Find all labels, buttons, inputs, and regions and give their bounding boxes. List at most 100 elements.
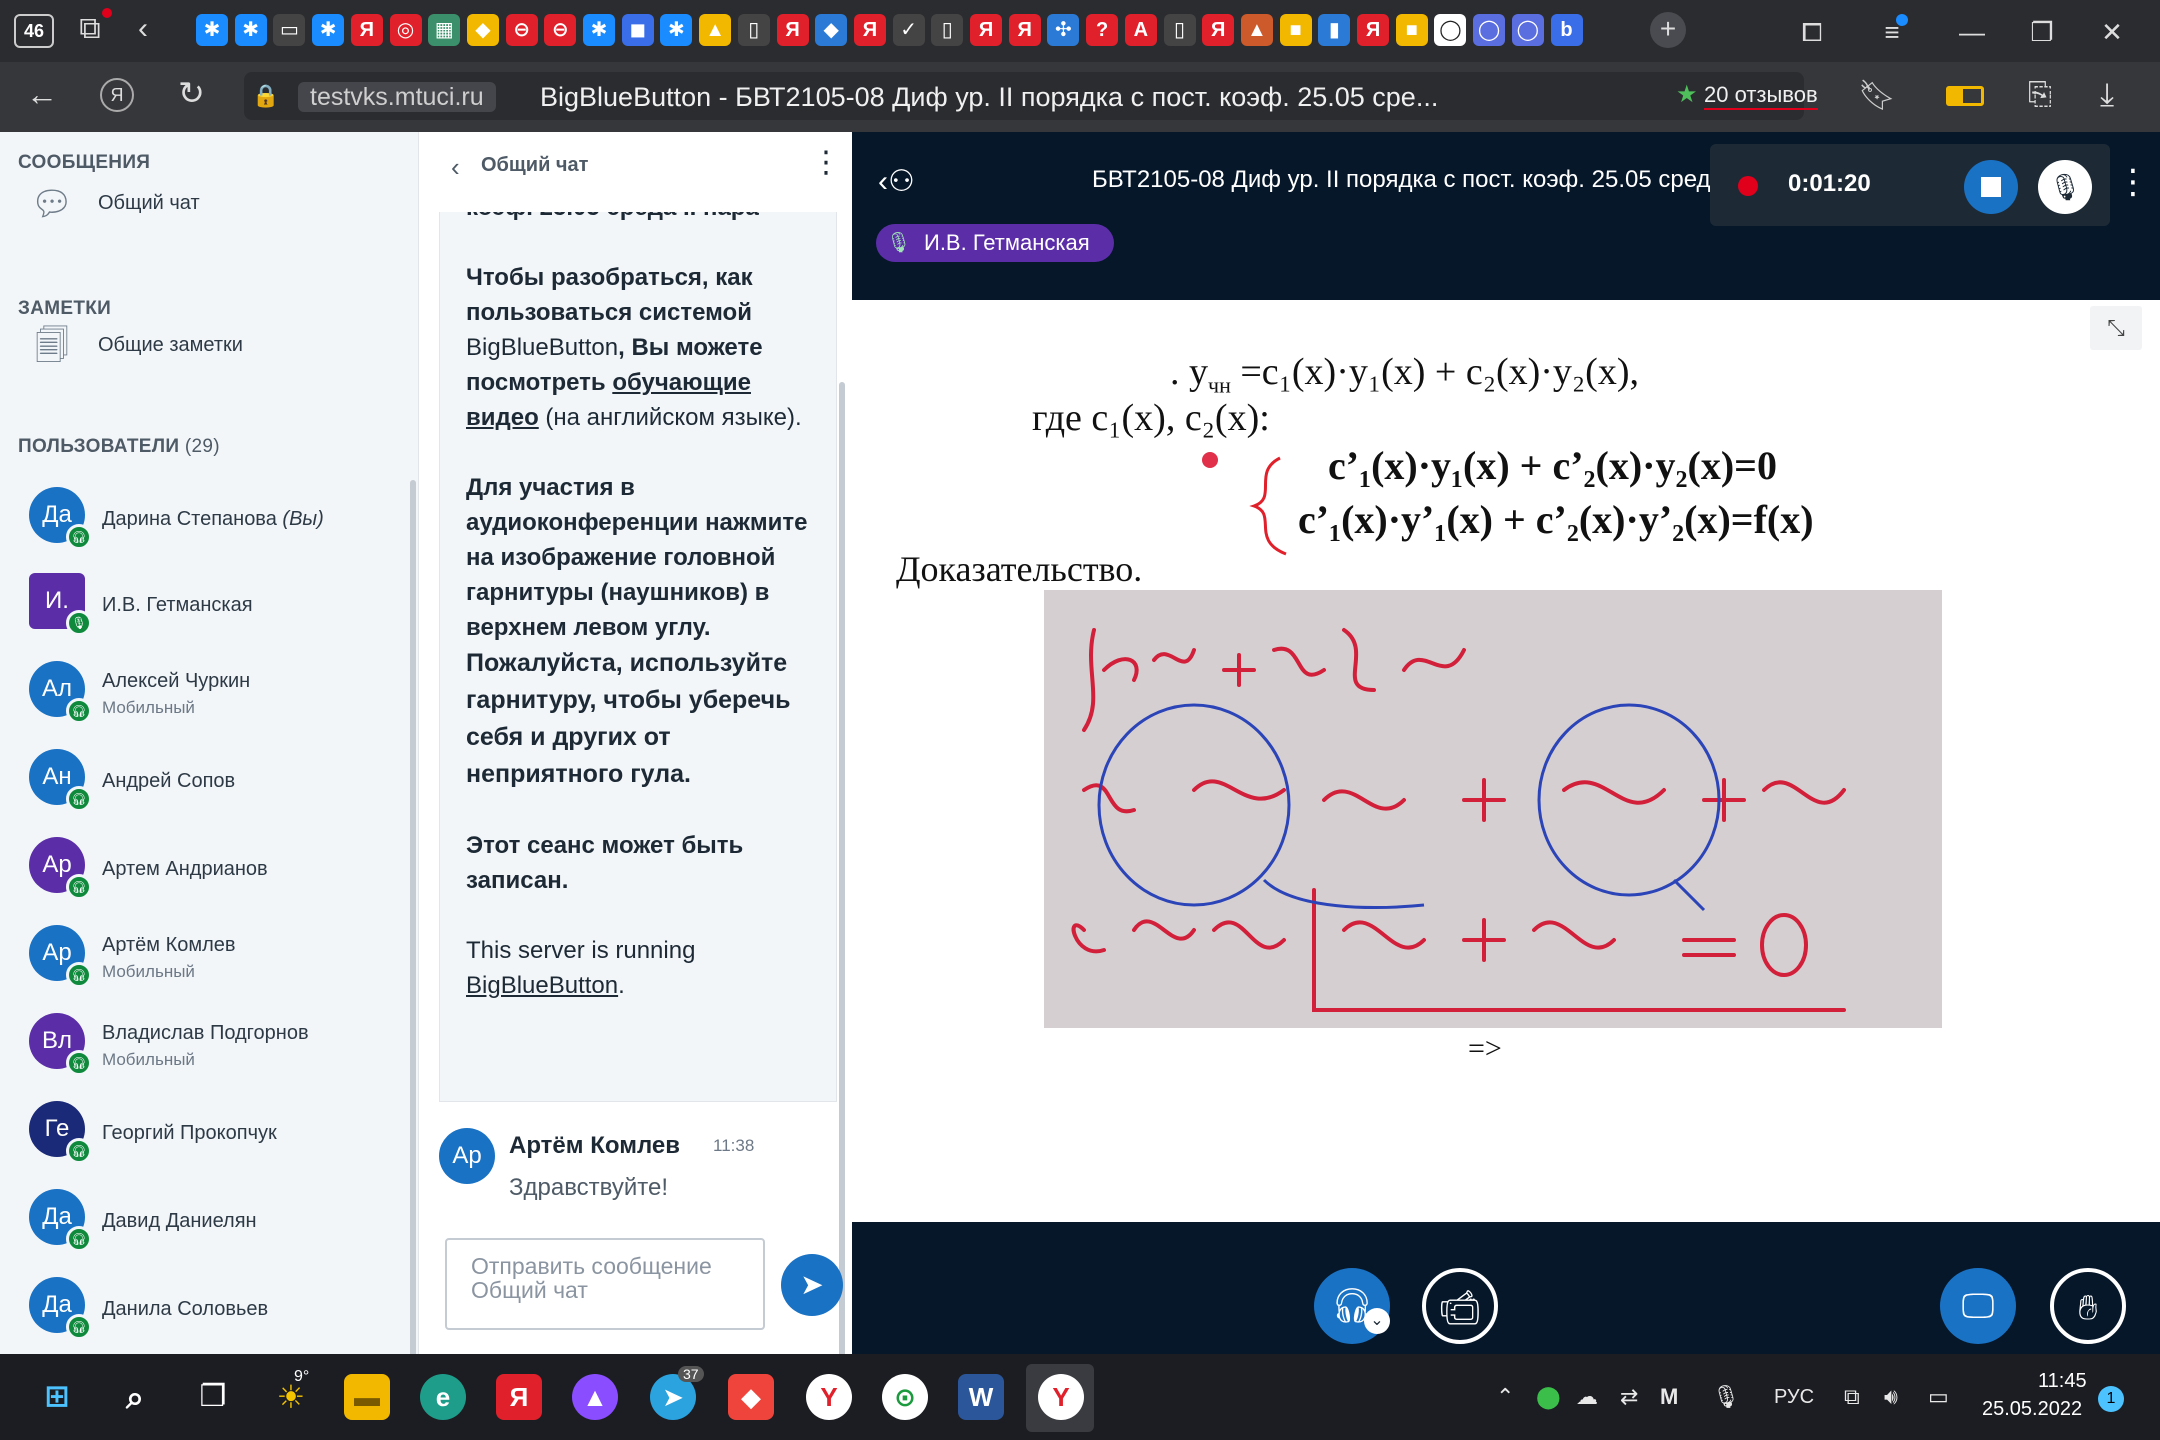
pinned-tab-icon[interactable]: ▯ <box>1163 14 1196 46</box>
user-row[interactable]: Ар 🎧︎ Артем Андрианов <box>0 826 418 914</box>
send-button[interactable]: ➤ <box>781 1254 843 1316</box>
tray-app-icon[interactable]: ⬤ <box>1536 1384 1561 1410</box>
tabs-back-icon[interactable]: ‹ <box>138 12 168 48</box>
restore-button[interactable]: ❐ <box>2022 12 2062 52</box>
fullscreen-button[interactable]: ⤡ <box>2090 306 2142 350</box>
shared-notes-item[interactable]: 🗐︎ Общие заметки <box>0 312 418 378</box>
reload-icon[interactable]: ↻ <box>178 76 212 110</box>
pinned-tab-icon[interactable]: ▮ <box>1318 14 1351 46</box>
word-icon[interactable]: W <box>958 1374 1004 1420</box>
audio-options-icon[interactable]: ⌄ <box>1364 1308 1390 1334</box>
pinned-tab-icon[interactable]: Я <box>350 14 383 46</box>
options-icon[interactable]: ⋮ <box>2116 162 2150 202</box>
battery-saver-icon[interactable] <box>1946 86 1984 106</box>
chat-options-icon[interactable]: ⋮ <box>811 146 841 180</box>
pinned-tab-icon[interactable]: ✓ <box>892 14 925 46</box>
pinned-tab-icon[interactable]: b <box>1550 14 1583 46</box>
app-green-icon[interactable]: ⊙ <box>882 1374 928 1420</box>
download-icon[interactable]: ⤓ <box>2100 76 2114 114</box>
tray-overflow-icon[interactable]: ⌃ <box>1496 1384 1514 1410</box>
pinned-tab-icon[interactable]: ⊖ <box>505 14 538 46</box>
pinned-tab-icon[interactable]: ■ <box>1395 14 1428 46</box>
pinned-tab-icon[interactable]: ◆ <box>466 14 499 46</box>
start-icon[interactable]: ⊞ <box>34 1374 80 1420</box>
user-list-scrollbar[interactable] <box>410 480 416 1360</box>
bbb-link[interactable]: BigBlueButton <box>466 972 618 999</box>
pinned-tab-icon[interactable]: ✣ <box>1047 14 1080 46</box>
reader-icon[interactable]: ⎘ <box>2028 78 2052 112</box>
pinned-tab-icon[interactable]: ◯ <box>1473 14 1506 46</box>
message-input[interactable]: Отправить сообщение Общий чат <box>445 1238 765 1330</box>
tray-mic-icon[interactable]: 🎙︎ <box>1712 1384 1740 1410</box>
pinned-tab-icon[interactable]: ▯ <box>931 14 964 46</box>
clock-time[interactable]: 11:45 <box>2038 1370 2087 1393</box>
battery-icon[interactable]: ▭ <box>1928 1384 1949 1410</box>
presentation-button[interactable]: 🖵︎ <box>1940 1268 2016 1344</box>
network-icon[interactable]: ⧉ <box>1844 1384 1860 1410</box>
pinned-tab-icon[interactable]: Я <box>1357 14 1389 46</box>
user-row[interactable]: Да 🎧︎ Давид Даниелян <box>0 1178 418 1266</box>
user-row[interactable]: Ал 🎧︎ Алексей Чуркин Мобильный <box>0 650 418 738</box>
yandex-app-icon[interactable]: Я <box>496 1374 542 1420</box>
search-icon[interactable]: ⌕ <box>112 1374 158 1420</box>
anydesk-icon[interactable]: ◆ <box>728 1374 774 1420</box>
yandex-browser-active-icon[interactable]: Y <box>1038 1374 1084 1420</box>
pinned-tab-icon[interactable]: ⊖ <box>544 14 577 46</box>
notification-badge[interactable]: 1 <box>2098 1386 2124 1412</box>
input-language[interactable]: РУС <box>1774 1384 1814 1410</box>
pinned-tab-icon[interactable]: ◎ <box>389 14 422 46</box>
user-row[interactable]: Вл 🎧︎ Владислав Подгорнов Мобильный <box>0 1002 418 1090</box>
new-tab-icon[interactable]: ⧉ <box>72 12 108 48</box>
pinned-tab-icon[interactable]: Я <box>970 14 1002 46</box>
pinned-tab-icon[interactable]: ? <box>1086 14 1119 46</box>
chat-scrollbar[interactable] <box>839 382 845 1362</box>
collections-icon[interactable]: ⧠ <box>1792 12 1832 52</box>
reviews-link[interactable]: 20 отзывов <box>1704 82 1818 110</box>
pinned-tab-icon[interactable]: ◯ <box>1511 14 1544 46</box>
new-tab-button[interactable]: + <box>1650 12 1686 48</box>
pinned-tab-icon[interactable]: ✱ <box>234 14 267 46</box>
pinned-tab-icon[interactable]: ✱ <box>312 14 345 46</box>
raise-hand-button[interactable]: ✋︎ <box>2050 1268 2126 1344</box>
tray-settings-icon[interactable]: ⇄ <box>1620 1384 1638 1410</box>
pinned-tab-icon[interactable]: ◼ <box>621 14 654 46</box>
pinned-tab-icon[interactable]: Я <box>776 14 809 46</box>
pinned-tab-icon[interactable]: Я <box>1202 14 1235 46</box>
alice-icon[interactable]: ▲ <box>572 1374 618 1420</box>
task-view-icon[interactable]: ❐ <box>190 1374 236 1420</box>
pinned-tab-icon[interactable]: ✱ <box>660 14 693 46</box>
user-row[interactable]: Ге 🎧︎ Георгий Прокопчук <box>0 1090 418 1178</box>
yandex-icon[interactable]: Я <box>100 78 134 112</box>
public-chat-item[interactable]: 💬︎ Общий чат <box>0 170 418 236</box>
mic-button[interactable]: 🎙︎ <box>2038 160 2092 214</box>
tab-count-button[interactable]: 46 <box>14 14 54 48</box>
stop-recording-button[interactable] <box>1964 160 2018 214</box>
share-webcam-button[interactable]: 📹︎ <box>1422 1268 1498 1344</box>
pinned-tab-icon[interactable]: ▲ <box>699 14 732 46</box>
pinned-tab-icon[interactable]: ▭ <box>273 14 306 46</box>
edge-icon[interactable]: e <box>420 1374 466 1420</box>
user-row[interactable]: Да 🎧︎ Дарина Степанова (Вы) <box>0 476 418 564</box>
user-row[interactable]: Да 🎧︎ Данила Соловьев <box>0 1266 418 1354</box>
close-window-button[interactable]: ✕ <box>2092 12 2132 52</box>
user-row[interactable]: И. 🎙︎ И.В. Гетманская <box>0 562 418 650</box>
pinned-tab-icon[interactable]: Я <box>1008 14 1041 46</box>
minimize-button[interactable]: — <box>1952 12 1992 52</box>
pinned-tab-icon[interactable]: ◯ <box>1434 14 1467 46</box>
pinned-tab-icon[interactable]: ▲ <box>1240 14 1273 46</box>
pinned-tab-icon[interactable]: ■ <box>1279 14 1312 46</box>
user-row[interactable]: Ар 🎧︎ Артём Комлев Мобильный <box>0 914 418 1002</box>
tray-m-icon[interactable]: M <box>1660 1384 1678 1410</box>
pinned-tab-icon[interactable]: ◆ <box>815 14 848 46</box>
explorer-icon[interactable]: ▬ <box>344 1374 390 1420</box>
user-row[interactable]: Ан 🎧︎ Андрей Сопов <box>0 738 418 826</box>
pinned-tab-icon[interactable]: ✱ <box>583 14 615 46</box>
clock-date[interactable]: 25.05.2022 <box>1982 1398 2082 1421</box>
chat-back-icon[interactable]: ‹ <box>451 152 460 183</box>
pinned-tab-icon[interactable]: Я <box>853 14 886 46</box>
volume-icon[interactable]: 🔊︎ <box>1884 1384 1898 1410</box>
yandex-browser-icon[interactable]: Y <box>806 1374 852 1420</box>
bookmark-icon[interactable]: 🔖︎ <box>1858 78 1896 113</box>
pinned-tab-icon[interactable]: A <box>1124 14 1157 46</box>
back-icon[interactable]: ← <box>26 78 60 112</box>
